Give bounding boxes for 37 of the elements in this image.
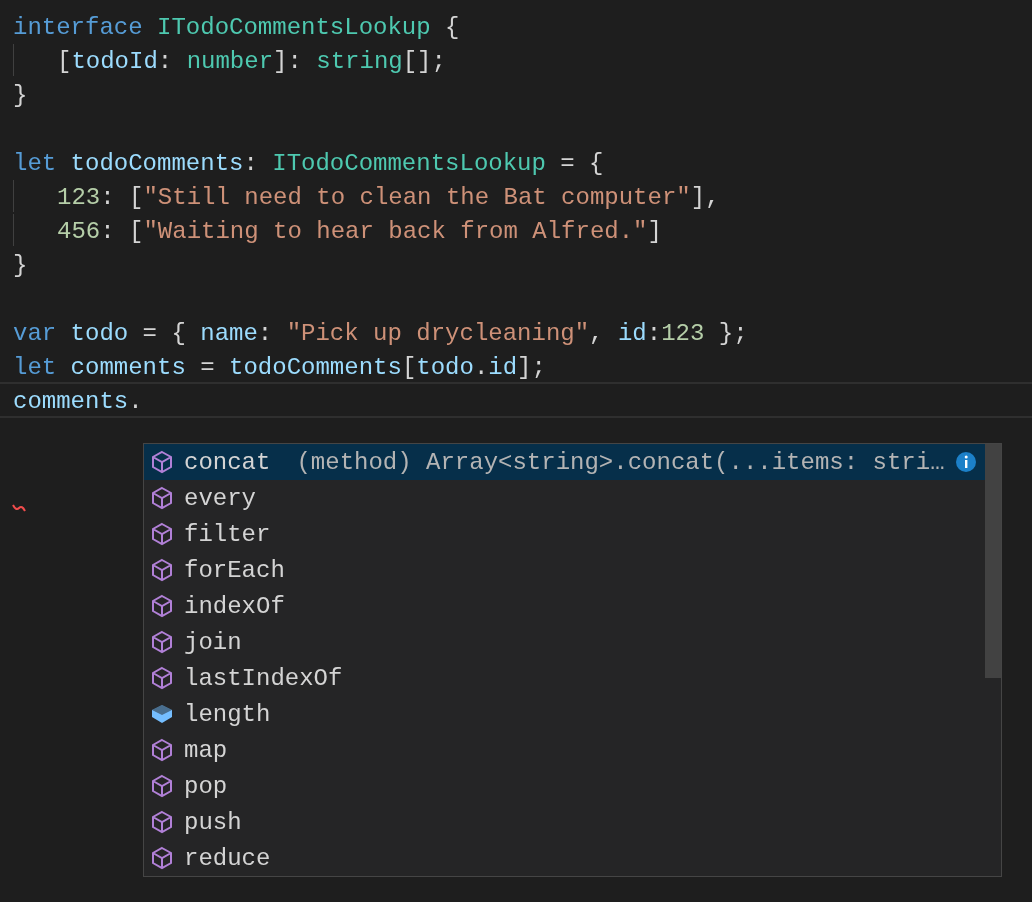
suggestion-item[interactable]: pop: [144, 768, 985, 804]
suggestion-item[interactable]: concat (method) Array<string>.concat(...items: stri…: [144, 444, 985, 480]
suggestion-item[interactable]: every: [144, 480, 985, 516]
cube-icon: [150, 558, 174, 582]
cube-icon: [150, 666, 174, 690]
suggestion-item[interactable]: filter: [144, 516, 985, 552]
suggestion-item[interactable]: join: [144, 624, 985, 660]
code-line: let comments = todoComments[todo.id];: [12, 353, 546, 382]
suggestion-item[interactable]: push: [144, 804, 985, 840]
code-line: comments.: [12, 387, 143, 416]
cube-icon: [150, 630, 174, 654]
cube-icon: [150, 846, 174, 870]
code-line: 456: ["Waiting to hear back from Alfred."]: [56, 217, 662, 246]
suggestion-item[interactable]: map: [144, 732, 985, 768]
code-line: let todoComments: ITodoCommentsLookup = {: [12, 149, 604, 178]
suggestion-item[interactable]: indexOf: [144, 588, 985, 624]
code-line: var todo = { name: "Pick up drycleaning", id:123 };: [12, 319, 748, 348]
info-icon[interactable]: [954, 451, 977, 473]
scrollbar-thumb[interactable]: [984, 444, 1001, 678]
cube-icon: [150, 486, 174, 510]
field-icon: [150, 702, 174, 726]
code-line: interface ITodoCommentsLookup {: [12, 13, 460, 42]
cube-icon: [150, 810, 174, 834]
suggestion-item[interactable]: forEach: [144, 552, 985, 588]
code-line: 123: ["Still need to clean the Bat computer"],: [56, 183, 720, 212]
error-squiggle-icon: [12, 503, 26, 513]
cube-icon: [150, 594, 174, 618]
code-line: [todoId: number]: string[];: [56, 47, 446, 76]
code-line: }: [12, 81, 28, 110]
cube-icon: [150, 450, 174, 474]
cube-icon: [150, 522, 174, 546]
code-line: }: [12, 251, 28, 280]
suggestion-item[interactable]: length: [144, 696, 985, 732]
suggestion-item[interactable]: lastIndexOf: [144, 660, 985, 696]
cube-icon: [150, 738, 174, 762]
suggestion-item[interactable]: reduce: [144, 840, 985, 876]
cube-icon: [150, 774, 174, 798]
